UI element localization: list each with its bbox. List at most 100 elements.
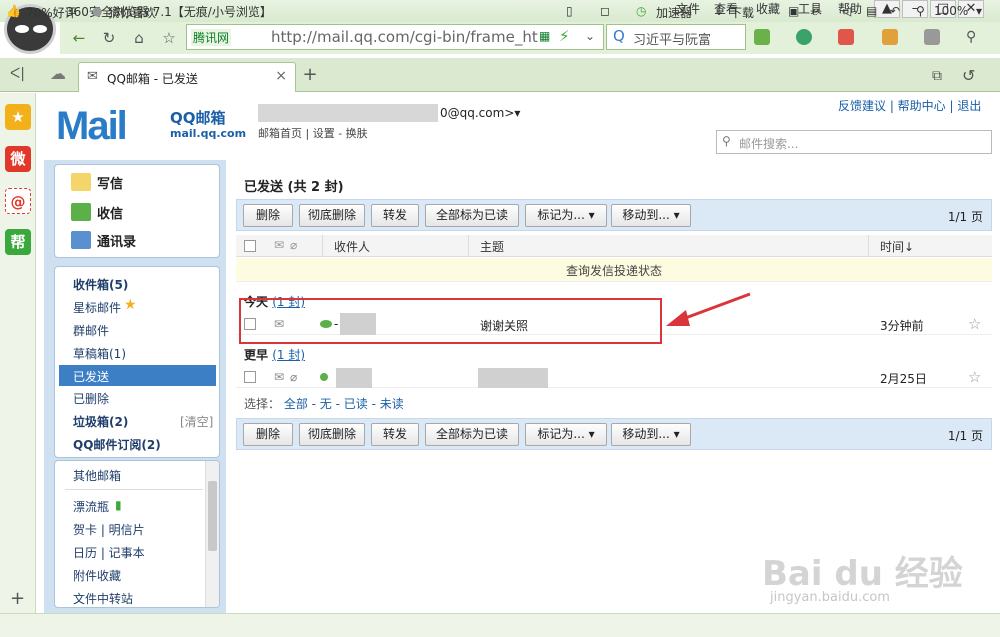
mail-brand: QQ邮箱 xyxy=(170,109,226,127)
rating-text[interactable]: 70%好评 xyxy=(26,4,77,21)
cards-link[interactable]: 贺卡 | 明信片 xyxy=(73,521,145,538)
forward-button[interactable]: 转发 xyxy=(371,204,419,227)
col-subject[interactable]: 主题 xyxy=(480,238,504,255)
group-earlier: 更早 (1 封) xyxy=(244,346,305,363)
home-icon[interactable]: ⌂ xyxy=(126,25,152,51)
row-checkbox[interactable] xyxy=(244,371,256,383)
contacts-button[interactable]: 通讯录 xyxy=(71,231,211,253)
purge-button[interactable]: 彻底删除 xyxy=(299,204,365,227)
folder-drafts[interactable]: 草稿箱(1) xyxy=(73,345,126,362)
notification-icon[interactable]: ◻ xyxy=(600,4,610,18)
folder-spam[interactable]: 垃圾箱(2) xyxy=(73,413,128,430)
sound-icon[interactable]: ◁ xyxy=(842,4,851,18)
col-recipient[interactable]: 收件人 xyxy=(334,238,370,255)
other-box: 其他邮箱 漂流瓶 ▮ 贺卡 | 明信片 日历 | 记事本 附件收藏 文件中转站 xyxy=(54,460,220,608)
tab-close-icon[interactable]: × xyxy=(275,68,287,84)
game-icon[interactable] xyxy=(924,29,940,45)
highlight-box xyxy=(239,298,662,344)
compose-button[interactable]: 写信 xyxy=(71,173,211,195)
delete-button[interactable]: 删除 xyxy=(243,204,293,227)
folder-inbox[interactable]: 收件箱(5) xyxy=(73,276,128,293)
calendar-link[interactable]: 日历 | 记事本 xyxy=(73,544,145,561)
top-links[interactable]: 反馈建议 | 帮助中心 | 退出 xyxy=(838,97,981,114)
inbox-button[interactable]: 收信 xyxy=(71,203,211,225)
sidebar-toggle-icon[interactable]: ᐸ| xyxy=(10,66,25,82)
other-mailboxes[interactable]: 其他邮箱 xyxy=(73,467,121,484)
tab-qqmail-sent[interactable]: ✉ QQ邮箱 - 已发送 × xyxy=(78,62,296,92)
move-to-dropdown[interactable]: 移动到... ▾ xyxy=(611,204,691,227)
undo-icon[interactable]: ↶ xyxy=(890,4,900,18)
web-search-input[interactable]: 习近平与阮富 xyxy=(633,29,743,48)
dropdown-icon[interactable]: ⌄ xyxy=(585,29,595,43)
col-time[interactable]: 时间↓ xyxy=(880,238,914,255)
drift-bottle[interactable]: 漂流瓶 xyxy=(73,498,109,515)
tab-list-icon[interactable]: ⧉ xyxy=(932,68,942,84)
search-engine-icon[interactable]: Q xyxy=(613,27,625,45)
contacts-icon xyxy=(71,231,91,249)
apps-icon[interactable] xyxy=(754,29,770,45)
screenshot-icon[interactable] xyxy=(882,29,898,45)
pen-icon xyxy=(71,173,91,191)
zoom-dropdown-icon[interactable]: ▾ xyxy=(976,4,982,18)
row-star-icon[interactable]: ☆ xyxy=(968,368,981,386)
address-bar[interactable]: 腾讯网 http://mail.qq.com/cgi-bin/frame_ht … xyxy=(186,24,604,50)
forward-button[interactable]: 转发 xyxy=(371,423,419,446)
mark-all-read-button[interactable]: 全部标为已读 xyxy=(425,204,519,227)
guess-text[interactable]: 猜你喜欢 xyxy=(108,4,156,21)
star-icon: ★ xyxy=(124,297,137,313)
translate-icon[interactable] xyxy=(838,29,854,45)
phone-icon[interactable]: ▯ xyxy=(566,4,573,18)
select-all-checkbox[interactable] xyxy=(244,240,256,252)
web-search-box[interactable]: Q 习近平与阮富 xyxy=(606,24,746,50)
back-icon[interactable]: ← xyxy=(66,25,92,51)
tools-icon[interactable]: ▣ xyxy=(788,4,799,18)
folder-starred[interactable]: 星标邮件 xyxy=(73,299,121,316)
mail-search-box[interactable]: ⚲ 邮件搜索... xyxy=(716,130,992,154)
clear-spam-link[interactable]: [清空] xyxy=(180,413,213,430)
add-sidebar-icon[interactable]: + xyxy=(10,588,25,609)
ie-icon[interactable]: ℯ xyxy=(812,4,819,18)
purge-button[interactable]: 彻底删除 xyxy=(299,423,365,446)
delete-button[interactable]: 删除 xyxy=(243,423,293,446)
cloud-icon[interactable]: ☁ xyxy=(50,64,66,83)
favorites-star-icon[interactable]: ★ xyxy=(5,104,31,130)
account-name-blurred xyxy=(258,104,438,122)
group-earlier-count[interactable]: (1 封) xyxy=(272,348,305,362)
refresh-icon[interactable]: ↻ xyxy=(96,25,122,51)
folder-subscriptions[interactable]: QQ邮件订阅(2) xyxy=(73,436,161,453)
folder-deleted[interactable]: 已删除 xyxy=(73,390,109,407)
folder-sent[interactable]: 已发送 xyxy=(73,368,109,385)
mark-as-dropdown[interactable]: 标记为... ▾ xyxy=(525,204,607,227)
shield-icon[interactable] xyxy=(796,29,812,45)
star-icon[interactable]: ☆ xyxy=(156,25,182,51)
accelerator-text[interactable]: 加速器 xyxy=(656,4,692,21)
scrollbar[interactable] xyxy=(205,461,219,607)
search-icon[interactable]: ⚲ xyxy=(966,29,982,45)
account-links[interactable]: 邮箱首页 | 设置 - 换肤 xyxy=(258,125,368,141)
mark-all-read-button[interactable]: 全部标为已读 xyxy=(425,423,519,446)
select-options[interactable]: 全部 - 无 - 已读 - 未读 xyxy=(284,397,404,411)
mark-as-dropdown[interactable]: 标记为... ▾ xyxy=(525,423,607,446)
image-icon[interactable]: ▤ xyxy=(866,4,877,18)
transfer-link[interactable]: 文件中转站 xyxy=(73,590,133,607)
weibo-icon[interactable]: 微 xyxy=(5,146,31,172)
table-row[interactable]: ✉ ⌀ 2月25日 ☆ xyxy=(236,366,992,388)
email-icon[interactable]: @ xyxy=(5,188,31,214)
row-star-icon[interactable]: ☆ xyxy=(968,315,981,333)
folder-group[interactable]: 群邮件 xyxy=(73,322,109,339)
new-tab-icon[interactable]: + xyxy=(300,64,320,86)
mail-search-input[interactable]: 邮件搜索... xyxy=(739,135,798,152)
account-address[interactable]: 0@qq.com>▾ xyxy=(440,106,520,120)
help-icon[interactable]: 帮 xyxy=(5,229,31,255)
attachments-link[interactable]: 附件收藏 xyxy=(73,567,121,584)
zoom-level[interactable]: 100% xyxy=(934,4,968,18)
url-input[interactable]: http://mail.qq.com/cgi-bin/frame_ht xyxy=(271,28,541,46)
delivery-status-link[interactable]: 查询发信投递状态 xyxy=(566,262,662,279)
download-text[interactable]: 下载 xyxy=(730,4,754,21)
scrollbar-thumb[interactable] xyxy=(208,481,217,551)
tab-label: QQ邮箱 - 已发送 xyxy=(107,72,198,86)
move-to-dropdown[interactable]: 移动到... ▾ xyxy=(611,423,691,446)
table-header: ✉ ⌀ 收件人 主题 时间↓ xyxy=(236,235,992,257)
undo-close-icon[interactable]: ↺ xyxy=(962,66,975,85)
menu-favorites[interactable]: 收藏 xyxy=(756,0,780,17)
